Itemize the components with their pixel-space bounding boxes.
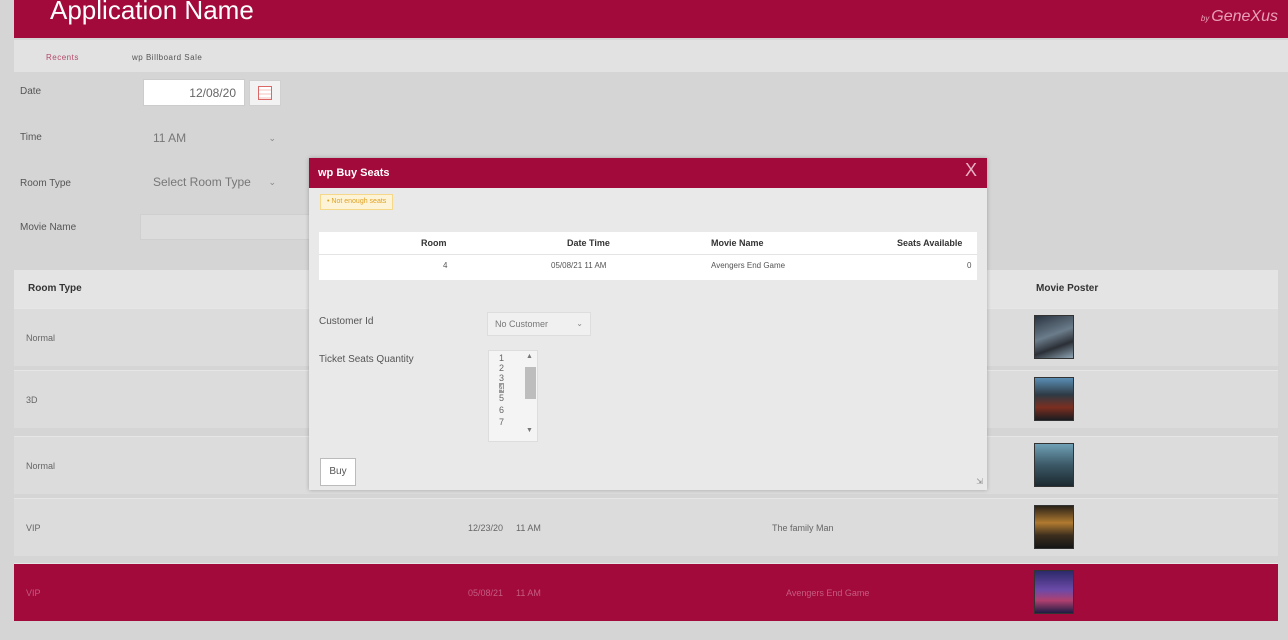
cell-seats-available: 0 [967,261,972,270]
showtime-info-table: Room Date Time Movie Name Seats Availabl… [319,232,977,280]
brand-logo: by GeneXus [1200,8,1278,25]
table-row[interactable]: VIP 12/23/20 11 AM The family Man [14,498,1278,556]
resize-grip-icon[interactable]: ⇲ [976,477,983,486]
close-button[interactable]: X [965,160,977,181]
time-select[interactable]: 11 AM ⌄ [143,124,288,152]
cell-time: 11 AM [516,588,541,598]
app-title[interactable]: Application Name [50,0,254,26]
breadcrumb-item-recents[interactable]: Recents [46,53,79,62]
chevron-down-icon: ⌄ [576,319,583,328]
listbox-option[interactable]: 6 [499,405,504,415]
movie-poster-image[interactable] [1034,570,1074,614]
customer-id-label: Customer Id [319,316,374,327]
date-input[interactable]: 12/08/20 [143,79,245,106]
ticket-quantity-listbox[interactable]: 1 2 3 4 5 6 7 ▲ ▼ [488,350,538,442]
breadcrumb-item-current: wp Billboard Sale [132,53,203,62]
warning-message: • Not enough seats [320,194,394,210]
room-type-select[interactable]: Select Room Type ⌄ [143,168,288,196]
cell-movie-name: The family Man [772,523,834,533]
column-header-movie-poster[interactable]: Movie Poster [1036,283,1098,294]
movie-poster-image[interactable] [1034,505,1074,549]
cell-movie-name: Avengers End Game [786,588,870,598]
buy-seats-modal: wp Buy Seats X • Not enough seats Room D… [309,158,987,490]
movie-name-label: Movie Name [20,222,77,233]
cell-room-type: 3D [26,395,38,405]
cell-room-type: VIP [26,523,41,533]
calendar-icon [258,86,272,100]
column-header-room-type[interactable]: Room Type [28,283,82,294]
table-row-selected[interactable]: VIP 05/08/21 11 AM Avengers End Game [14,563,1278,621]
movie-poster-image[interactable] [1034,315,1074,359]
cell-room: 4 [443,261,448,270]
cell-time: 11 AM [516,523,541,533]
listbox-option[interactable]: 1 [499,353,504,363]
breadcrumb: Recents wp Billboard Sale [14,40,1288,72]
table-divider [319,254,977,255]
date-label: Date [20,86,42,97]
time-label: Time [20,132,42,143]
cell-room-type: Normal [26,461,56,471]
ticket-seats-quantity-label: Ticket Seats Quantity [319,354,414,365]
column-header-room: Room [421,238,447,248]
buy-button[interactable]: Buy [320,458,356,486]
chevron-down-icon: ⌄ [268,177,276,187]
cell-date: 12/23/20 [468,523,504,533]
scrollbar-thumb[interactable] [525,367,536,399]
listbox-option-selected[interactable]: 4 [499,383,505,393]
listbox-option[interactable]: 2 [499,363,504,373]
room-type-select-value: Select Room Type [153,175,251,189]
cell-date: 05/08/21 [468,588,504,598]
cell-room-type: VIP [26,588,41,598]
column-header-date-time: Date Time [567,238,610,248]
cell-movie-name: Avengers End Game [711,261,786,270]
listbox-option[interactable]: 3 [499,373,504,383]
movie-poster-image[interactable] [1034,443,1074,487]
modal-title: wp Buy Seats [318,167,390,179]
room-type-label: Room Type [20,178,71,189]
listbox-scrollbar[interactable]: ▲ ▼ [523,353,537,439]
app-header: Application Name by GeneXus [14,0,1288,38]
listbox-option[interactable]: 7 [499,417,504,427]
customer-select[interactable]: No Customer ⌄ [487,312,591,336]
cell-date-time: 05/08/21 11 AM [551,261,607,270]
chevron-down-icon: ⌄ [268,133,276,143]
cell-room-type: Normal [26,333,56,343]
movie-poster-image[interactable] [1034,377,1074,421]
movie-name-input[interactable] [140,214,315,240]
time-select-value: 11 AM [153,131,187,145]
column-header-seats-available: Seats Available [897,238,963,248]
listbox-option[interactable]: 5 [499,393,504,403]
scroll-down-icon[interactable]: ▼ [526,427,533,434]
modal-header: wp Buy Seats X [309,158,987,188]
column-header-movie-name: Movie Name [711,238,764,248]
scroll-up-icon[interactable]: ▲ [526,353,533,360]
calendar-button[interactable] [249,80,281,106]
customer-select-value: No Customer [495,319,549,329]
